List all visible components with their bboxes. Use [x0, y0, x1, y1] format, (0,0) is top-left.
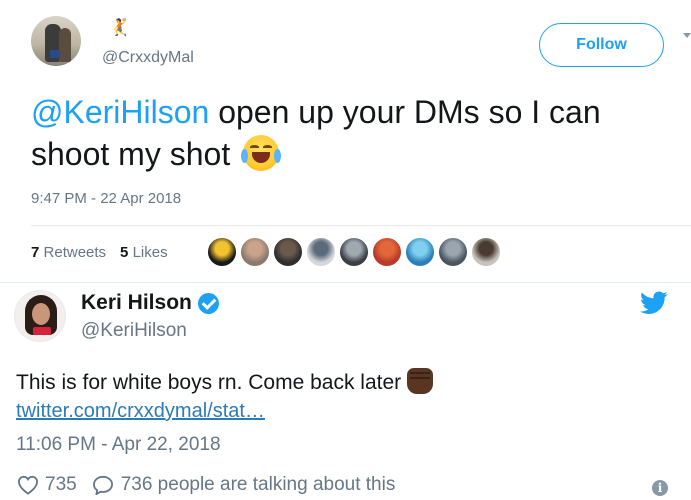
tweet-timestamp[interactable]: 9:47 PM - 22 Apr 2018	[31, 190, 181, 207]
tweet-stats: 7 Retweets 5 Likes	[31, 244, 168, 261]
emoji-mouth	[252, 152, 271, 163]
heart-icon[interactable]	[17, 475, 39, 495]
avatar-badge	[33, 327, 51, 335]
liker-avatars	[207, 237, 501, 267]
user-avatar[interactable]	[31, 16, 81, 66]
talking-about-text[interactable]: 736 people are talking about this	[121, 474, 396, 496]
liker-avatar[interactable]	[372, 237, 402, 267]
author-name-text: Keri Hilson	[81, 291, 192, 314]
quoted-tweet: 🤾 @CrxxdyMal Follow @KeriHilson open up …	[0, 0, 691, 282]
likes-label: Likes	[132, 244, 168, 261]
speech-bubble-svg	[92, 475, 113, 496]
tweet-text: @KeriHilson open up your DMs so I can sh…	[31, 91, 651, 175]
speech-bubble-icon[interactable]	[91, 475, 115, 496]
author-handle[interactable]: @KeriHilson	[81, 320, 187, 342]
author-avatar[interactable]	[14, 290, 66, 342]
liker-avatar[interactable]	[339, 237, 369, 267]
likes-count: 5	[120, 244, 129, 261]
liker-avatar[interactable]	[306, 237, 336, 267]
tweet-text: This is for white boys rn. Come back lat…	[16, 368, 434, 396]
emoji-eye-left	[250, 145, 260, 149]
heart-svg	[17, 475, 39, 495]
liker-avatar[interactable]	[438, 237, 468, 267]
avatar-face	[32, 303, 50, 325]
display-name-emoji[interactable]: 🤾	[109, 18, 130, 38]
tweet-body-text: This is for white boys rn. Come back lat…	[16, 371, 402, 394]
avatar-figure-secondary	[59, 28, 71, 62]
divider	[31, 225, 691, 226]
liker-avatar[interactable]	[240, 237, 270, 267]
liker-avatar[interactable]	[471, 237, 501, 267]
retweets-label: Retweets	[43, 244, 107, 261]
user-handle[interactable]: @CrxxdyMal	[102, 49, 194, 67]
liker-avatar[interactable]	[207, 237, 237, 267]
author-name[interactable]: Keri Hilson	[81, 291, 219, 315]
like-count[interactable]: 735	[45, 474, 77, 496]
tweet-actions: 735 736 people are talking about this	[17, 474, 395, 496]
verified-badge-icon	[197, 292, 219, 314]
retweets-count: 7	[31, 244, 40, 261]
laughing-tears-emoji-icon	[241, 135, 282, 171]
mention-link[interactable]: @KeriHilson	[31, 94, 209, 130]
emoji-eye-right	[263, 145, 273, 149]
tweet-link[interactable]: twitter.com/crxxdymal/stat…	[16, 400, 265, 423]
follow-button[interactable]: Follow	[539, 23, 664, 67]
emoji-tear-left	[241, 149, 249, 163]
card-divider	[0, 282, 691, 283]
more-options-chevron-icon[interactable]	[683, 33, 691, 38]
liker-avatar[interactable]	[405, 237, 435, 267]
raised-fist-emoji-icon	[407, 368, 434, 394]
retweets-stat[interactable]: 7 Retweets	[31, 244, 106, 261]
likes-stat[interactable]: 5 Likes	[120, 244, 168, 261]
twitter-bird-svg	[640, 291, 668, 314]
emoji-tear-right	[274, 149, 282, 163]
info-icon[interactable]: i	[652, 480, 668, 496]
twitter-bird-icon[interactable]	[640, 291, 668, 315]
liker-avatar[interactable]	[273, 237, 303, 267]
tweet-timestamp[interactable]: 11:06 PM - Apr 22, 2018	[16, 434, 221, 456]
avatar-tag	[50, 50, 60, 58]
